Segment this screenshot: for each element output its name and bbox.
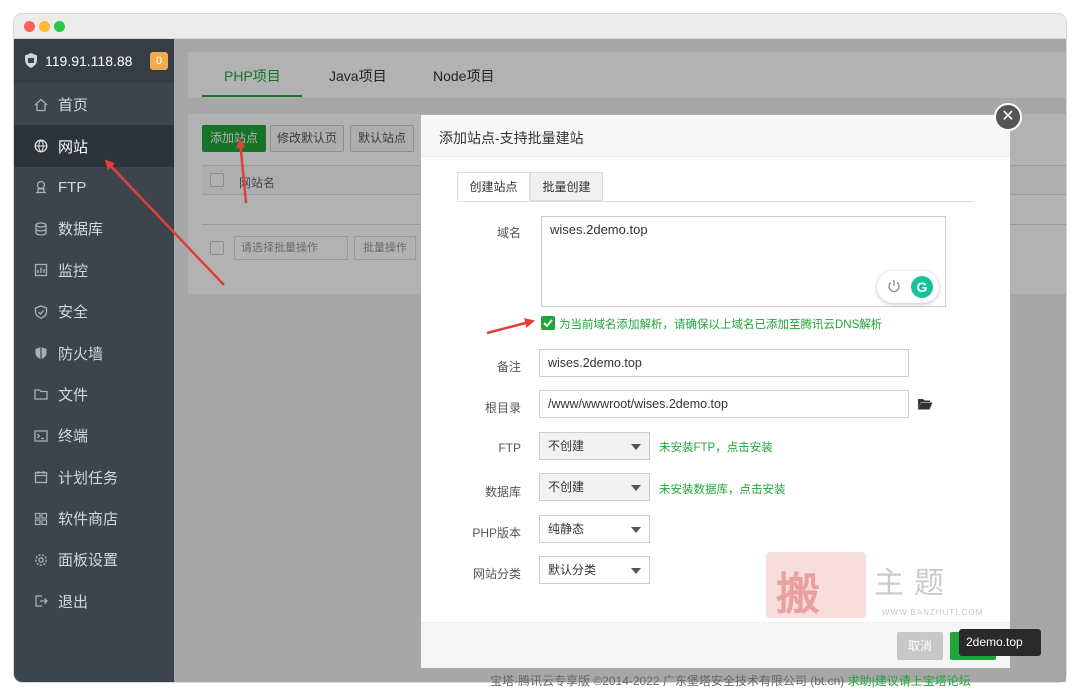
chevron-down-icon [631,485,641,491]
category-label: 网站分类 [472,567,521,581]
server-header: 119.91.118.88 0 [14,39,174,83]
php-version-select[interactable]: 纯静态 [539,515,650,543]
watermark-title: 主题 [874,566,954,601]
sidebar-item-files[interactable]: 文件 [14,374,174,415]
footer-forum-link[interactable]: 求助|建议请上宝塔论坛 [848,674,971,688]
sidebar-item-label: 首页 [58,97,89,115]
category-value: 默认分类 [548,563,597,577]
sidebar-item-terminal[interactable]: 终端 [14,415,174,456]
sidebar-item-settings[interactable]: 面板设置 [14,539,174,580]
footer-copyright: 宝塔-腾讯云专享版 ©2014-2022 广东堡塔安全技术有限公司 (bt.cn… [490,674,845,688]
ftp-label: FTP [498,441,521,455]
close-icon[interactable]: ✕ [994,103,1022,131]
sidebar-item-monitor[interactable]: 监控 [14,250,174,291]
database-icon [34,222,48,236]
grammarly-icon[interactable]: G [911,276,933,298]
remark-label: 备注 [496,360,521,374]
folder-icon [34,387,48,401]
folder-open-icon[interactable] [917,397,933,411]
php-version-value: 纯静态 [548,522,585,536]
notification-badge[interactable]: 0 [150,52,168,70]
footer: 宝塔-腾讯云专享版 ©2014-2022 广东堡塔安全技术有限公司 (bt.cn… [490,672,971,689]
modal-tab-divider [457,201,974,202]
chevron-down-icon [631,527,641,533]
root-dir-input[interactable]: /www/wwwroot/wises.2demo.top [539,390,909,418]
sidebar-item-security[interactable]: 安全 [14,291,174,332]
sidebar-item-label: 安全 [58,304,89,322]
calendar-icon [34,470,48,484]
sidebar-item-label: 计划任务 [58,469,119,487]
chevron-down-icon [631,568,641,574]
domain-label: 域名 [496,226,521,240]
modal-title: 添加站点-支持批量建站 [439,130,584,146]
watermark-stamp-char: 搬 [776,569,820,620]
watermark: 搬 主题 WWW.BANZHUTI.COM [766,552,998,620]
ftp-select-value: 不创建 [548,439,585,453]
ftp-select[interactable]: 不创建 [539,432,650,460]
modal-header: 添加站点-支持批量建站 [421,115,1010,157]
dns-resolve-checkbox[interactable] [541,316,555,330]
sidebar-item-label: 网站 [58,138,89,156]
home-icon [34,98,48,112]
sidebar-item-label: 退出 [58,593,89,611]
apps-icon [34,512,48,526]
tab-create-site[interactable]: 创建站点 [457,172,530,201]
globe-icon [34,139,48,153]
database-select-value: 不创建 [548,480,585,494]
terminal-icon [34,429,48,443]
sidebar-item-logout[interactable]: 退出 [14,581,174,622]
sidebar-item-website[interactable]: 网站 [14,125,174,167]
modal-footer: 取消 [421,622,1010,668]
sidebar-item-cron[interactable]: 计划任务 [14,457,174,498]
maximize-window-button[interactable] [54,21,65,32]
minimize-window-button[interactable] [39,21,50,32]
server-ip: 119.91.118.88 [45,53,133,69]
checkmark-icon [543,319,553,328]
watermark-stamp: 搬 [766,552,866,620]
power-icon[interactable] [887,279,901,293]
sidebar: 119.91.118.88 0 首页 网站 FTP 数据库 监控 安全 防火墙 … [14,39,174,682]
database-label: 数据库 [484,485,521,499]
remark-input[interactable]: wises.2demo.top [539,349,909,377]
sidebar-item-store[interactable]: 软件商店 [14,498,174,539]
dns-resolve-label[interactable]: 为当前域名添加解析，请确保以上域名已添加至腾讯云DNS解析 [559,316,882,332]
chevron-down-icon [631,444,641,450]
root-dir-label: 根目录 [484,401,521,415]
sidebar-item-label: 软件商店 [58,511,119,529]
url-tooltip: 2demo.top [959,629,1041,656]
server-shield-icon [25,53,37,68]
sidebar-nav: 首页 网站 FTP 数据库 监控 安全 防火墙 文件 终端 计划任务 软件商店 … [14,84,174,622]
firewall-icon [34,346,48,360]
shield-check-icon [34,304,48,319]
sidebar-item-label: FTP [58,178,87,196]
ftp-install-hint[interactable]: 未安装FTP，点击安装 [659,439,773,455]
close-window-button[interactable] [24,21,35,32]
cancel-button[interactable]: 取消 [897,632,943,660]
logout-icon [34,594,48,608]
sidebar-item-ftp[interactable]: FTP [14,167,174,208]
database-select[interactable]: 不创建 [539,473,650,501]
php-version-label: PHP版本 [472,526,521,540]
sidebar-item-label: 终端 [58,428,89,446]
gear-icon [34,553,48,567]
sidebar-item-home[interactable]: 首页 [14,84,174,125]
window-titlebar [14,14,1066,39]
category-select[interactable]: 默认分类 [539,556,650,584]
tab-batch-create[interactable]: 批量创建 [530,172,603,201]
sidebar-item-firewall[interactable]: 防火墙 [14,332,174,373]
sidebar-item-label: 监控 [58,262,89,280]
watermark-url: WWW.BANZHUTI.COM [882,608,984,617]
sidebar-item-label: 数据库 [58,221,104,239]
grammarly-widget[interactable]: G [877,271,939,303]
sidebar-item-label: 面板设置 [58,552,119,570]
monitor-icon [34,263,48,277]
sidebar-item-label: 防火墙 [58,345,104,363]
sidebar-item-label: 文件 [58,386,89,404]
database-install-hint[interactable]: 未安装数据库，点击安装 [659,481,786,497]
ftp-icon [34,180,48,194]
sidebar-item-database[interactable]: 数据库 [14,208,174,249]
